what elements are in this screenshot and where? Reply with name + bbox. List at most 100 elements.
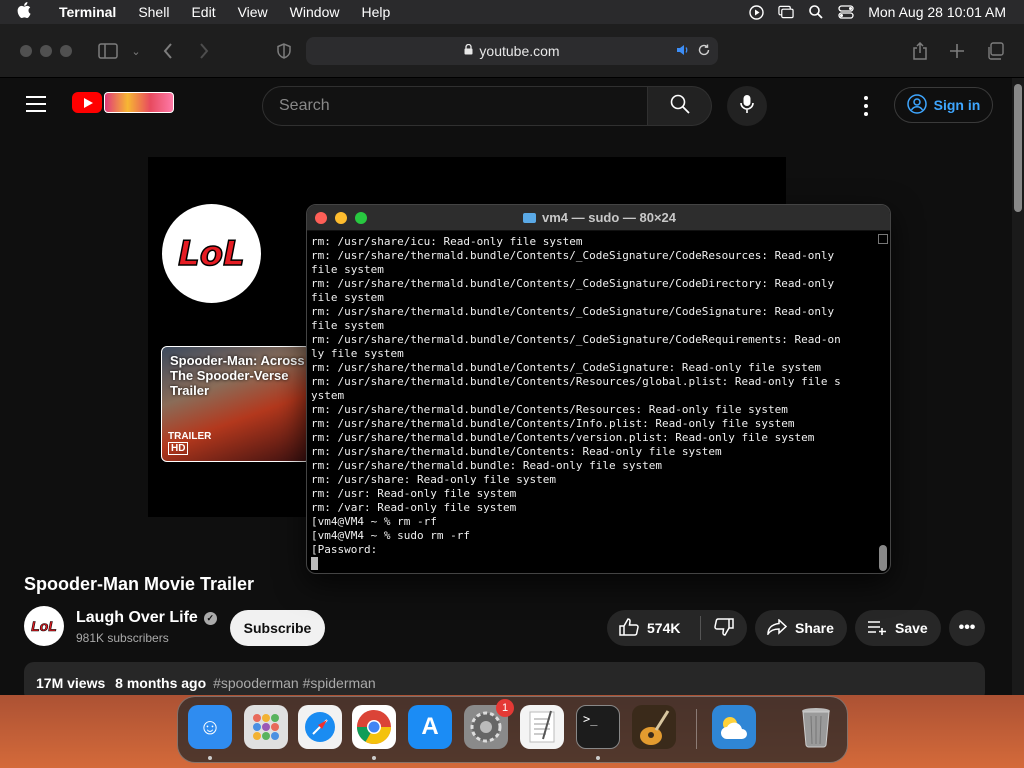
safari-icon[interactable] [298, 705, 342, 749]
terminal-line: rm: /usr/share/thermald.bundle/Contents/… [311, 403, 788, 416]
terminal-close-button[interactable] [315, 212, 327, 224]
view-count: 17M views [36, 675, 106, 691]
window-minimize-button[interactable] [40, 45, 52, 57]
hashtags[interactable]: #spooderman #spiderman [213, 675, 376, 691]
terminal-cursor [311, 557, 318, 570]
terminal-titlebar[interactable]: vm4 — sudo — 80×24 [307, 205, 890, 231]
voice-search-button[interactable] [727, 86, 767, 126]
search-button[interactable] [648, 86, 712, 126]
more-options-icon[interactable] [856, 94, 876, 118]
end-card-badge: TRAILER HD [168, 431, 211, 455]
more-actions-button[interactable]: ••• [949, 610, 985, 646]
menu-bar: Terminal Shell Edit View Window Help Mon… [0, 0, 1024, 24]
running-indicator-dot [372, 756, 376, 760]
terminal-window[interactable]: vm4 — sudo — 80×24 rm: /usr/share/icu: R… [306, 204, 891, 574]
privacy-shield-icon[interactable] [272, 39, 296, 63]
weather-icon[interactable] [712, 705, 756, 749]
terminal-line: ystem [311, 389, 345, 402]
sign-in-button[interactable]: Sign in [894, 87, 993, 123]
terminal-line: rm: /usr/share/thermald.bundle/Contents/… [311, 361, 821, 374]
menu-window[interactable]: Window [279, 4, 351, 20]
share-icon[interactable] [908, 39, 932, 63]
upload-date: 8 months ago [115, 675, 207, 691]
video-title: Spooder-Man Movie Trailer [24, 574, 255, 594]
menu-view[interactable]: View [227, 4, 279, 20]
apple-menu-icon[interactable] [0, 2, 48, 22]
verified-check-icon: ✓ [203, 611, 217, 625]
terminal-scroll-top-marker [878, 234, 888, 244]
control-center-icon[interactable] [838, 4, 854, 20]
address-bar[interactable]: youtube.com [306, 37, 718, 65]
terminal-line: [vm4@VM4 ~ % rm -rf [311, 515, 437, 528]
terminal-line: rm: /usr/share: Read-only file system [311, 473, 557, 486]
menu-app-name[interactable]: Terminal [48, 4, 127, 20]
chrome-icon[interactable] [352, 705, 396, 749]
trailer-label: TRAILER [168, 431, 212, 442]
account-circle-icon [906, 93, 927, 117]
share-button[interactable]: Share [755, 610, 847, 646]
spotlight-search-icon[interactable] [808, 4, 824, 20]
terminal-line: rm: /usr/share/thermald.bundle/Contents/… [311, 431, 815, 444]
menu-help[interactable]: Help [350, 4, 401, 20]
terminal-line: rm: /var: Read-only file system [311, 501, 517, 514]
tab-overview-icon[interactable] [983, 39, 1007, 63]
terminal-line: rm: /usr/share/thermald.bundle: Read-onl… [311, 459, 662, 472]
sidebar-toggle-icon[interactable] [96, 39, 120, 63]
sign-in-label: Sign in [933, 97, 981, 113]
terminal-line: [Password: [311, 543, 378, 556]
channel-avatar[interactable]: LoL [24, 606, 64, 646]
search-icon [670, 94, 690, 119]
menubar-clock[interactable]: Mon Aug 28 10:01 AM [868, 4, 1006, 20]
terminal-line: rm: /usr/share/thermald.bundle/Contents/… [311, 277, 835, 290]
screen-mirroring-icon[interactable] [778, 4, 794, 20]
share-arrow-icon [767, 617, 788, 638]
subscribe-button[interactable]: Subscribe [230, 610, 325, 646]
app-store-icon[interactable]: A [408, 705, 452, 749]
menu-edit[interactable]: Edit [180, 4, 226, 20]
youtube-doodle-logo[interactable] [104, 92, 174, 113]
terminal-line: file system [311, 263, 384, 276]
window-zoom-button[interactable] [60, 45, 72, 57]
youtube-logo-icon[interactable] [72, 92, 102, 113]
terminal-line: rm: /usr/share/thermald.bundle/Contents/… [311, 305, 835, 318]
forward-arrow-icon[interactable] [192, 39, 216, 63]
finder-icon[interactable]: ☺ [188, 705, 232, 749]
settings-icon[interactable]: 1 [464, 699, 514, 749]
channel-name[interactable]: Laugh Over Life ✓ [76, 609, 217, 627]
terminal-scrollbar-thumb[interactable] [879, 545, 887, 571]
terminal-zoom-button[interactable] [355, 212, 367, 224]
page-scrollbar-thumb[interactable] [1014, 84, 1022, 212]
new-tab-icon[interactable] [945, 39, 969, 63]
garageband-icon[interactable] [632, 705, 676, 749]
video-end-card[interactable]: Spooder-Man: Across The Spooder-Verse Tr… [161, 346, 311, 462]
terminal-line: rm: /usr: Read-only file system [311, 487, 517, 500]
terminal-minimize-button[interactable] [335, 212, 347, 224]
menu-shell[interactable]: Shell [127, 4, 180, 20]
dislike-button[interactable] [701, 617, 747, 639]
more-horizontal-icon: ••• [958, 619, 976, 636]
reload-icon[interactable] [698, 44, 710, 59]
window-close-button[interactable] [20, 45, 32, 57]
audio-playing-icon[interactable] [676, 44, 690, 59]
trash-icon[interactable] [794, 705, 838, 749]
terminal-line: file system [311, 291, 384, 304]
thumbs-down-icon [714, 617, 734, 639]
video-description-box[interactable]: 17M views 8 months ago #spooderman #spid… [24, 662, 985, 695]
back-arrow-icon[interactable] [156, 39, 180, 63]
dock: ☺ A 1 >_ [177, 696, 848, 763]
terminal-icon[interactable]: >_ [576, 705, 620, 749]
playlist-add-icon [867, 619, 887, 638]
terminal-scrollbar[interactable] [876, 233, 888, 573]
textedit-icon[interactable] [520, 705, 564, 749]
like-button[interactable]: 574K [607, 616, 701, 640]
channel-name-label: Laugh Over Life [76, 609, 198, 626]
terminal-output[interactable]: rm: /usr/share/icu: Read-only file syste… [311, 235, 879, 571]
save-button[interactable]: Save [855, 610, 941, 646]
folder-icon [522, 212, 536, 223]
launchpad-icon[interactable] [244, 705, 288, 749]
chevron-down-icon[interactable]: ⌄ [124, 39, 148, 63]
search-input[interactable]: Search [262, 86, 648, 126]
hamburger-menu-icon[interactable] [26, 96, 46, 112]
share-label: Share [795, 620, 834, 636]
now-playing-icon[interactable] [748, 4, 764, 20]
